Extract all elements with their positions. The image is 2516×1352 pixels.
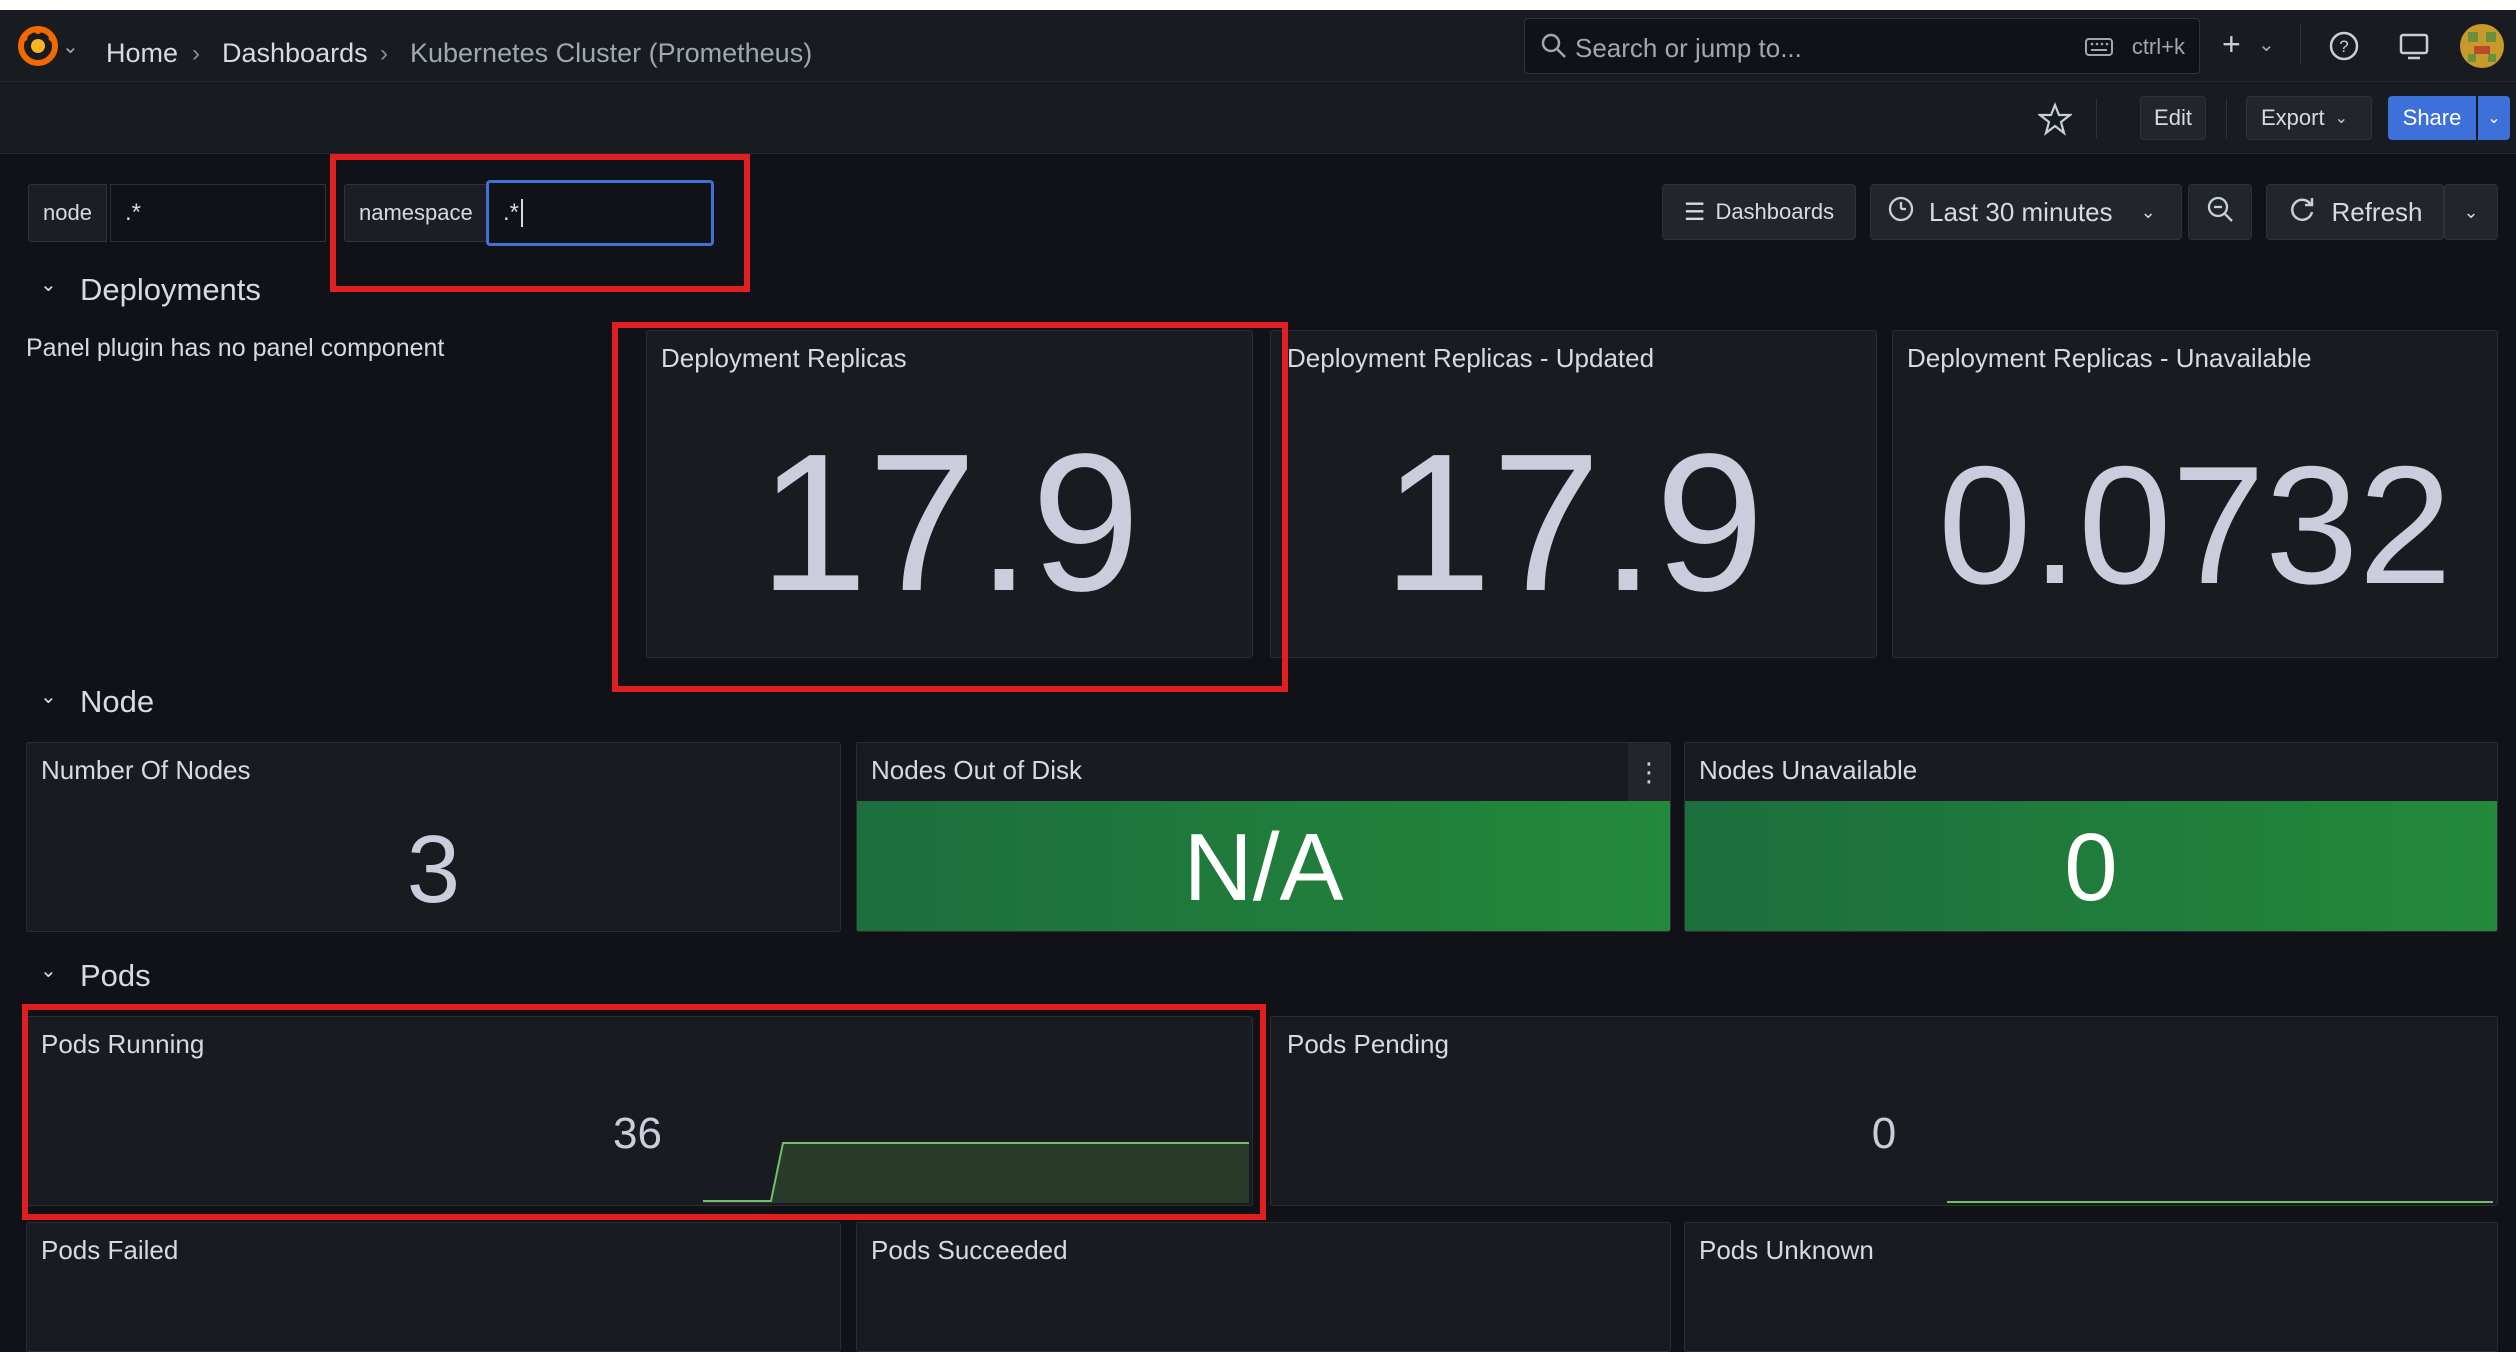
- panel-pods-unknown[interactable]: Pods Unknown: [1684, 1222, 2498, 1352]
- chevron-down-icon: ⌄: [2487, 110, 2501, 127]
- stat-background: N/A: [857, 801, 1670, 931]
- list-icon: ☰: [1683, 198, 1706, 226]
- chevron-down-icon: ⌄: [2334, 110, 2348, 127]
- row-title-pods[interactable]: Pods: [80, 958, 151, 994]
- panel-deployment-replicas-updated[interactable]: Deployment Replicas - Updated 17.9: [1270, 330, 1877, 658]
- grafana-logo-icon[interactable]: [16, 24, 60, 68]
- stat-value: N/A: [1183, 814, 1344, 921]
- zoom-out-icon: [2205, 194, 2235, 230]
- refresh-label: Refresh: [2331, 196, 2423, 227]
- stat-background: 0: [1685, 801, 2497, 931]
- dashboard-toolbar: Edit Export ⌄ Share ⌄: [0, 82, 2516, 154]
- panel-title: Deployment Replicas - Unavailable: [1907, 343, 2312, 373]
- panel-deployment-replicas-unavailable[interactable]: Deployment Replicas - Unavailable 0.0732: [1892, 330, 2498, 658]
- keyboard-icon: [2085, 37, 2113, 62]
- row-collapse-chevron-icon[interactable]: ⌄: [40, 272, 57, 297]
- refresh-button[interactable]: Refresh: [2266, 184, 2444, 240]
- svg-text:?: ?: [2339, 37, 2348, 56]
- panel-title: Deployment Replicas - Updated: [1287, 343, 1655, 373]
- dashboards-button-label: Dashboards: [1715, 199, 1835, 224]
- row-collapse-chevron-icon[interactable]: ⌄: [40, 684, 57, 709]
- breadcrumb-separator-icon: ›: [380, 40, 388, 67]
- breadcrumb-dashboards[interactable]: Dashboards: [222, 38, 368, 69]
- panel-nodes-out-of-disk[interactable]: Nodes Out of Disk ⋮ N/A: [856, 742, 1671, 932]
- divider: [2096, 98, 2097, 138]
- panel-title: Nodes Out of Disk: [871, 755, 1082, 785]
- share-button[interactable]: Share: [2388, 96, 2476, 140]
- chevron-down-icon[interactable]: ⌄: [62, 34, 79, 59]
- breadcrumb-home[interactable]: Home: [106, 38, 178, 69]
- refresh-interval-dropdown[interactable]: ⌄: [2444, 184, 2498, 240]
- export-button[interactable]: Export ⌄: [2246, 96, 2372, 140]
- share-dropdown-button[interactable]: ⌄: [2478, 96, 2510, 140]
- panel-title: Pods Pending: [1287, 1029, 1449, 1059]
- panel-pods-succeeded[interactable]: Pods Succeeded: [856, 1222, 1671, 1352]
- chevron-down-icon: ⌄: [2463, 201, 2479, 222]
- edit-button[interactable]: Edit: [2140, 96, 2206, 140]
- export-label: Export: [2261, 105, 2325, 130]
- chevron-down-icon[interactable]: ⌄: [2258, 32, 2275, 57]
- news-icon[interactable]: [2398, 30, 2430, 67]
- panel-menu-icon[interactable]: ⋮: [1628, 743, 1670, 801]
- panel-pods-pending[interactable]: Pods Pending 0: [1270, 1016, 2498, 1206]
- divider: [2300, 24, 2301, 64]
- search-input[interactable]: Search or jump to... ctrl+k: [1524, 18, 2200, 74]
- avatar[interactable]: [2460, 24, 2504, 68]
- row-collapse-chevron-icon[interactable]: ⌄: [40, 958, 57, 983]
- panel-nodes-unavailable[interactable]: Nodes Unavailable 0: [1684, 742, 2498, 932]
- panel-title: Pods Unknown: [1699, 1235, 1874, 1265]
- time-range-label: Last 30 minutes: [1929, 196, 2113, 227]
- help-icon[interactable]: ?: [2328, 30, 2360, 67]
- row-title-deployments[interactable]: Deployments: [80, 272, 261, 308]
- panel-plugin-message: Panel plugin has no panel component: [26, 334, 445, 362]
- time-range-picker[interactable]: Last 30 minutes ⌄: [1870, 184, 2182, 240]
- refresh-icon: [2287, 194, 2317, 231]
- dashboards-button[interactable]: ☰ Dashboards: [1662, 184, 1856, 240]
- plus-icon[interactable]: +: [2222, 26, 2241, 63]
- stat-value: 17.9: [1382, 413, 1765, 632]
- panel-title: Pods Failed: [41, 1235, 179, 1265]
- panel-number-of-nodes[interactable]: Number Of Nodes 3: [26, 742, 841, 932]
- panel-title: Pods Succeeded: [871, 1235, 1068, 1265]
- stat-value: 0: [2064, 814, 2118, 921]
- variable-input-node[interactable]: .*: [110, 184, 326, 242]
- highlight-box-deployment-replicas: [612, 322, 1288, 692]
- stat-value: 3: [406, 816, 461, 923]
- search-icon: [1539, 31, 1569, 66]
- star-icon[interactable]: [2036, 102, 2074, 141]
- row-title-node[interactable]: Node: [80, 684, 154, 720]
- top-navbar: ⌄ Home › Dashboards › Kubernetes Cluster…: [0, 10, 2516, 82]
- clock-icon: [1887, 195, 1915, 230]
- stat-value: 0: [1871, 1109, 1897, 1158]
- highlight-box-variables: [330, 154, 750, 292]
- breadcrumb-current: Kubernetes Cluster (Prometheus): [410, 38, 813, 68]
- panel-title: Number Of Nodes: [41, 755, 251, 785]
- panel-title: Nodes Unavailable: [1699, 755, 1918, 785]
- search-shortcut: ctrl+k: [2131, 34, 2185, 59]
- highlight-box-pods-running: [22, 1004, 1266, 1220]
- divider: [2226, 98, 2227, 138]
- stat-value: 0.0732: [1938, 431, 2452, 619]
- breadcrumb-separator-icon: ›: [192, 40, 200, 67]
- variable-label-node: node: [28, 184, 107, 242]
- window-top-strip: [0, 0, 2516, 10]
- panel-pods-failed[interactable]: Pods Failed: [26, 1222, 841, 1352]
- sparkline: [1947, 1201, 2493, 1203]
- chevron-down-icon: ⌄: [2140, 201, 2156, 222]
- zoom-out-button[interactable]: [2188, 184, 2252, 240]
- search-placeholder: Search or jump to...: [1575, 33, 1802, 63]
